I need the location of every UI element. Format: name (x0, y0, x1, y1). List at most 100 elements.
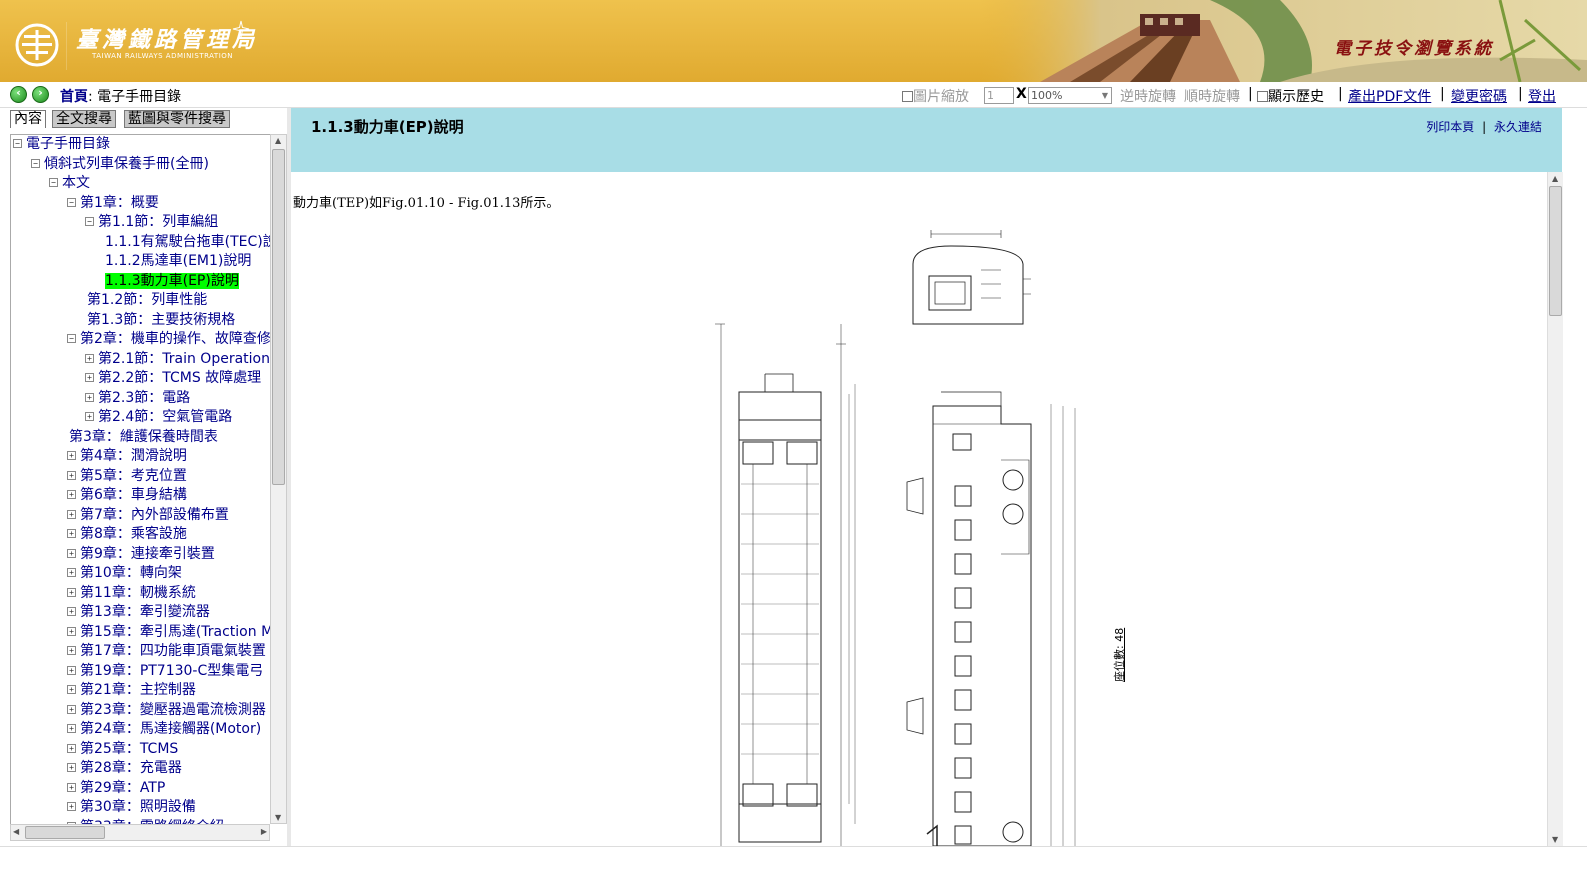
tree-node[interactable]: + 第29章：ATP (11, 779, 270, 799)
back-button[interactable]: ‹ (10, 86, 27, 103)
collapse-icon[interactable]: − (49, 178, 58, 187)
tree-node[interactable]: + 第17章：四功能車頂電氣裝置 (11, 642, 270, 662)
scroll-up-icon[interactable]: ▲ (1552, 174, 1558, 183)
tree-node[interactable]: + 第13章：牽引變流器 (11, 603, 270, 623)
tree-node[interactable]: 第3章：維護保養時間表 (11, 428, 270, 448)
home-link[interactable]: 首頁 (60, 89, 88, 105)
collapse-icon[interactable]: − (67, 197, 76, 207)
tree-vertical-scrollbar[interactable]: ▲ ▼ (270, 134, 287, 824)
image-zoom-checkbox[interactable] (902, 91, 913, 102)
tree-node[interactable]: 1.1.2馬達車(EM1)說明 (11, 252, 270, 272)
content-vertical-scrollbar[interactable]: ▲ ▼ (1547, 172, 1563, 846)
expand-icon[interactable]: + (85, 412, 94, 421)
tree-node[interactable]: 第1.3節：主要技術規格 (11, 311, 270, 331)
expand-icon[interactable]: + (67, 704, 76, 714)
expand-icon[interactable]: + (67, 724, 76, 733)
expand-icon[interactable]: + (67, 763, 76, 772)
tree-node[interactable]: − 第1.1節：列車編組 (11, 213, 270, 233)
tree-node[interactable]: + 第5章：考克位置 (11, 467, 270, 487)
expand-icon[interactable]: + (67, 665, 76, 675)
forward-button[interactable]: › (32, 86, 49, 103)
tree-node[interactable]: + 第10章：轉向架 (11, 564, 270, 584)
tab-fulltext-search[interactable]: 全文搜尋 (52, 110, 116, 128)
expand-icon[interactable]: + (67, 509, 76, 519)
logout-link[interactable]: 登出 (1528, 86, 1556, 106)
expand-icon[interactable]: + (67, 685, 76, 694)
scroll-down-icon[interactable]: ▼ (275, 813, 281, 822)
tree-horizontal-scrollbar[interactable]: ◀ ▶ (10, 824, 270, 841)
tree-node[interactable]: + 第25章：TCMS (11, 740, 270, 760)
tab-blueprint-search[interactable]: 藍圖與零件搜尋 (124, 110, 230, 128)
change-password-link[interactable]: 變更密碼 (1451, 86, 1507, 106)
expand-icon[interactable]: + (85, 353, 94, 363)
tree-scroll-thumb[interactable] (272, 149, 285, 485)
tree-node[interactable]: + 第30章：照明設備 (11, 798, 270, 818)
tree-node[interactable]: − 第1章：概要 (11, 194, 270, 214)
zoom-factor-input[interactable]: 1 (984, 87, 1014, 104)
tree-node[interactable]: 第1.2節：列車性能 (11, 291, 270, 311)
expand-icon[interactable]: + (67, 587, 76, 597)
expand-icon[interactable]: + (85, 373, 94, 382)
scroll-right-icon[interactable]: ▶ (261, 827, 267, 836)
content-title: 1.1.3動力車(EP)說明 (311, 118, 464, 136)
tree-node[interactable]: + 第4章：潤滑說明 (11, 447, 270, 467)
expand-icon[interactable]: + (67, 490, 76, 499)
tree-node[interactable]: + 第2.4節：空氣管電路 (11, 408, 270, 428)
expand-icon[interactable]: + (67, 451, 76, 460)
expand-icon[interactable]: + (67, 470, 76, 480)
tree-node[interactable]: 1.1.3動力車(EP)說明 (11, 272, 270, 292)
scroll-down-icon[interactable]: ▼ (1552, 835, 1558, 844)
rotate-ccw-button[interactable]: 逆時旋轉 (1120, 86, 1176, 106)
expand-icon[interactable]: + (67, 782, 76, 792)
collapse-icon[interactable]: − (13, 139, 22, 148)
expand-icon[interactable]: + (67, 802, 76, 811)
scroll-up-icon[interactable]: ▲ (275, 136, 281, 145)
tree-node[interactable]: + 第8章：乘客設施 (11, 525, 270, 545)
tree-node[interactable]: + 第21章：主控制器 (11, 681, 270, 701)
export-pdf-link[interactable]: 產出PDF文件 (1348, 86, 1431, 106)
show-history-checkbox[interactable] (1257, 91, 1268, 102)
expand-icon[interactable]: + (67, 548, 76, 558)
expand-icon[interactable]: + (67, 529, 76, 538)
expand-icon[interactable]: + (67, 626, 76, 636)
tree-node-label: 第17章：四功能車頂電氣裝置 (80, 643, 266, 659)
expand-icon[interactable]: + (67, 646, 76, 655)
tree-node[interactable]: + 第11章：軔機系統 (11, 584, 270, 604)
zoom-percent-select[interactable]: 100% ▼ (1028, 87, 1112, 104)
tree-node[interactable]: − 電子手冊目錄 (11, 135, 270, 155)
tree-node[interactable]: − 本文 (11, 174, 270, 194)
tree-node[interactable]: + 第2.1節：Train Operation (11, 350, 270, 370)
rotate-cw-button[interactable]: 順時旋轉 (1184, 86, 1240, 106)
expand-icon[interactable]: + (67, 568, 76, 577)
collapse-icon[interactable]: − (85, 217, 94, 226)
tree-node[interactable]: + 第15章：牽引馬達(Traction Motor) (11, 623, 270, 643)
tab-contents[interactable]: 內容 (10, 110, 46, 128)
permalink-link[interactable]: 永久連結 (1494, 120, 1542, 134)
tree-node[interactable]: + 第28章：充電器 (11, 759, 270, 779)
tree-node[interactable]: − 第2章：機車的操作、故障查修 (11, 330, 270, 350)
scroll-left-icon[interactable]: ◀ (13, 827, 19, 836)
tree-node-label: 第1.2節：列車性能 (87, 292, 208, 308)
content-scroll-thumb[interactable] (1549, 186, 1562, 316)
tree-node[interactable]: + 第7章：內外部設備布置 (11, 506, 270, 526)
tree-node[interactable]: + 第2.2節：TCMS 故障處理 (11, 369, 270, 389)
expand-icon[interactable]: + (85, 392, 94, 402)
tree-hscroll-thumb[interactable] (25, 826, 105, 839)
status-bar (0, 846, 1587, 870)
expand-icon[interactable]: + (67, 607, 76, 616)
power-car-drawing[interactable] (701, 224, 1131, 846)
tree-node[interactable]: + 第19章：PT7130-C型集電弓 (11, 662, 270, 682)
tree-node[interactable]: + 第2.3節：電路 (11, 389, 270, 409)
tree-node[interactable]: 1.1.1有駕駛台拖車(TEC)說明 (11, 233, 270, 253)
print-page-link[interactable]: 列印本頁 (1426, 120, 1474, 134)
collapse-icon[interactable]: − (31, 158, 40, 168)
tree-node[interactable]: + 第24章：馬達接觸器(Motor) (11, 720, 270, 740)
tree-node[interactable]: + 第6章：車身結構 (11, 486, 270, 506)
tree-node[interactable]: − 傾斜式列車保養手冊(全冊) (11, 155, 270, 175)
tree-node[interactable]: + 第23章：變壓器過電流檢測器 (11, 701, 270, 721)
collapse-icon[interactable]: − (67, 334, 76, 343)
expand-icon[interactable]: + (67, 743, 76, 753)
header-banner: 臺灣鐵路管理局 TAIWAN RAILWAYS ADMINISTRATION 電… (0, 0, 1587, 82)
tree-node[interactable]: + 第9章：連接牽引裝置 (11, 545, 270, 565)
sparkle-icon (232, 20, 250, 38)
